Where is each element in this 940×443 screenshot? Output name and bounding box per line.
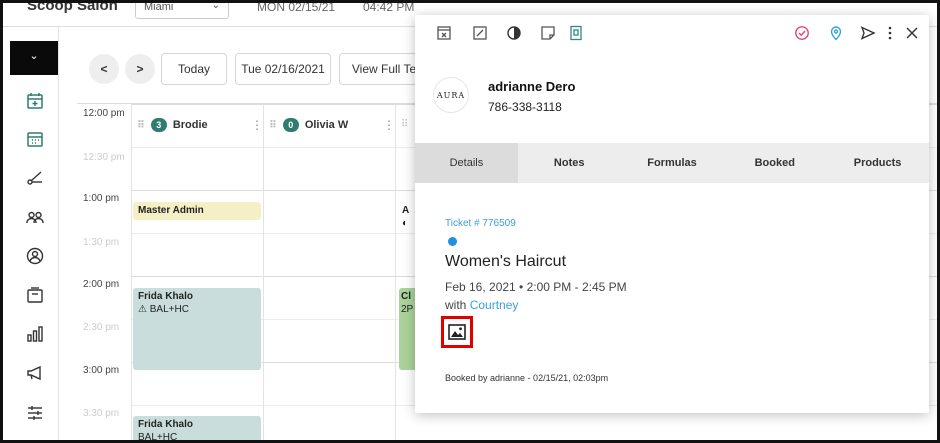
- salon-name: Scoop Salon: [27, 0, 118, 14]
- tab-products[interactable]: Products: [826, 143, 929, 183]
- column-divider: [131, 104, 132, 440]
- note-icon[interactable]: [539, 24, 557, 42]
- sidebar: ⌄: [3, 27, 59, 440]
- time-column: 12:00 pm 12:30 pm 1:00 pm 1:30 pm 2:00 p…: [77, 104, 131, 440]
- detail-tabs: Details Notes Formulas Booked Products: [415, 143, 929, 183]
- location-pin-icon[interactable]: [827, 24, 845, 42]
- time-label: 1:30 pm: [83, 237, 120, 248]
- appointment-title: Frida Khalo: [138, 419, 194, 430]
- booked-by-text: Booked by adrianne - 02/15/21, 02:03pm: [445, 373, 609, 383]
- image-icon: [448, 324, 466, 340]
- ticket-number-link[interactable]: Ticket # 776509: [445, 218, 516, 229]
- staff-header-olivia[interactable]: ⠿ 0 Olivia W: [269, 114, 348, 136]
- time-label: 2:00 pm: [83, 279, 120, 290]
- with-prefix: with: [445, 298, 470, 312]
- contrast-icon[interactable]: [505, 24, 523, 42]
- appointment-time: Feb 16, 2021 • 2:00 PM - 2:45 PM: [445, 280, 627, 294]
- time-label: 12:00 pm: [83, 108, 125, 119]
- account-circle-icon[interactable]: [25, 246, 45, 266]
- tab-booked[interactable]: Booked: [723, 143, 826, 183]
- appointment-title: Master Admin: [138, 205, 204, 216]
- time-label: 1:00 pm: [83, 193, 120, 204]
- staff-count-badge: 0: [282, 118, 299, 132]
- staff-name: Brodie: [172, 119, 208, 131]
- calendar-add-icon[interactable]: [25, 91, 45, 111]
- column-divider: [263, 104, 264, 440]
- megaphone-icon[interactable]: [25, 363, 45, 383]
- appointment-block[interactable]: Frida Khalo ⚠ BAL+HC: [133, 288, 261, 370]
- status-dot: [448, 237, 457, 246]
- time-label: 12:30 pm: [83, 152, 125, 163]
- service-name: Women's Haircut: [445, 253, 567, 270]
- appointment-detail-panel: AURA adrianne Dero 786-338-3118 Details …: [415, 15, 929, 413]
- edit-icon[interactable]: [471, 24, 489, 42]
- panel-toolbar: [415, 15, 929, 51]
- drag-handle-icon[interactable]: ⠿: [137, 120, 145, 131]
- next-day-button[interactable]: >: [125, 54, 155, 84]
- staff-menu-icon[interactable]: ⋮: [383, 118, 395, 132]
- tab-formulas[interactable]: Formulas: [621, 143, 724, 183]
- rebook-icon[interactable]: [567, 24, 585, 42]
- location-select[interactable]: Miami ⌄: [135, 0, 229, 19]
- client-phone[interactable]: 786-338-3118: [488, 100, 562, 114]
- appointment-block[interactable]: Master Admin: [133, 202, 261, 220]
- drag-handle-icon[interactable]: ⠿: [269, 120, 277, 131]
- add-image-button[interactable]: [441, 316, 473, 348]
- time-label: 3:30 pm: [83, 408, 120, 419]
- tab-details[interactable]: Details: [415, 143, 518, 183]
- time-label: 3:00 pm: [83, 365, 120, 376]
- scissors-icon[interactable]: [25, 168, 45, 188]
- time-label: 2:30 pm: [83, 322, 120, 333]
- staff-count-badge: 3: [150, 118, 167, 132]
- more-options-icon[interactable]: [881, 24, 899, 42]
- stylist-link[interactable]: Courtney: [470, 298, 519, 312]
- appointment-service: ⚠ BAL+HC: [138, 304, 189, 315]
- bar-chart-icon[interactable]: [25, 324, 45, 344]
- send-icon[interactable]: [859, 24, 877, 42]
- stylist-line: with Courtney: [445, 298, 518, 312]
- cancel-appointment-icon[interactable]: [435, 24, 453, 42]
- app-frame: Scoop Salon Miami ⌄ MON 02/15/21 04:42 P…: [0, 0, 940, 443]
- chevron-down-icon: ⌄: [29, 50, 39, 62]
- current-time: 04:42 PM: [363, 0, 415, 14]
- check-circle-icon[interactable]: [793, 24, 811, 42]
- column-divider: [395, 104, 396, 440]
- appointment-service: BAL+HC: [138, 432, 178, 443]
- date-picker-button[interactable]: Tue 02/16/2021: [235, 53, 331, 85]
- users-icon[interactable]: [25, 207, 45, 227]
- tab-notes[interactable]: Notes: [518, 143, 621, 183]
- prev-day-button[interactable]: <: [89, 54, 119, 84]
- current-date: MON 02/15/21: [257, 0, 336, 14]
- staff-menu-icon[interactable]: ⋮: [251, 118, 263, 132]
- today-button[interactable]: Today: [161, 53, 227, 85]
- register-icon[interactable]: [25, 285, 45, 305]
- chevron-down-icon: ⌄: [211, 0, 220, 11]
- drag-handle-icon[interactable]: ⠿: [401, 119, 408, 130]
- close-icon[interactable]: [903, 24, 921, 42]
- staff-header-brodie[interactable]: ⠿ 3 Brodie: [137, 114, 208, 136]
- appointment-title: Frida Khalo: [138, 291, 194, 302]
- appointment-block[interactable]: Frida Khalo BAL+HC: [133, 416, 261, 443]
- client-avatar[interactable]: AURA: [433, 77, 469, 113]
- settings-sliders-icon[interactable]: [25, 403, 45, 423]
- staff-name: Olivia W: [304, 119, 349, 131]
- location-value: Miami: [144, 1, 174, 13]
- calendar-grid-icon[interactable]: [25, 129, 45, 149]
- client-name[interactable]: adrianne Dero: [488, 79, 575, 94]
- sidebar-toggle-button[interactable]: ⌄: [10, 41, 58, 75]
